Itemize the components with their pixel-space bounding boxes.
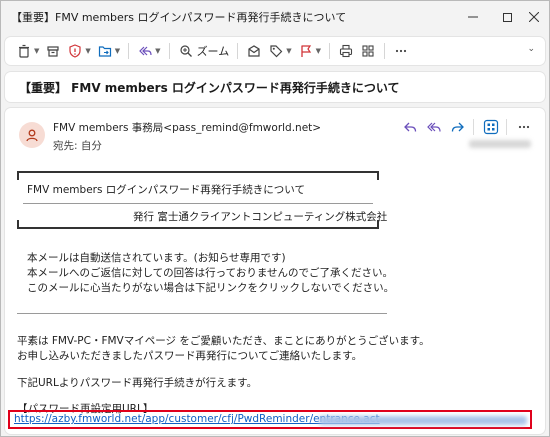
tag-icon <box>268 43 284 59</box>
frame-corner <box>17 220 19 227</box>
chevron-down-icon: ▼ <box>34 47 40 55</box>
move-button[interactable]: ▼ <box>94 40 123 62</box>
shield-report-icon <box>67 43 83 59</box>
forward-icon <box>451 122 464 132</box>
message-pane: FMV members 事務局<pass_remind@fmworld.net>… <box>5 108 545 434</box>
frame-corner <box>377 173 379 180</box>
mail-window: 【重要】FMV members ログインパスワード再発行手続きについて ▼ ▼ <box>0 0 550 437</box>
forward-button[interactable] <box>447 116 469 138</box>
toolbar-expand-chevron-icon[interactable]: ⌄ <box>527 44 535 54</box>
minimize-icon <box>468 16 478 18</box>
toolbar-divider <box>237 43 239 59</box>
section-divider <box>17 313 387 314</box>
zoom-icon <box>178 43 194 59</box>
flag-button[interactable]: ▼ <box>295 40 324 62</box>
toolbar-divider <box>168 43 170 59</box>
notice-issuer: 発行 富士通クライアントコンピューティング株式会社 <box>133 211 388 223</box>
close-button[interactable] <box>514 1 550 33</box>
categorize-button[interactable]: ▼ <box>265 40 294 62</box>
greeting-line: 平素は FMV-PC・FMVマイページ をご愛顧いただき、まことにありがとうござ… <box>17 335 430 347</box>
chevron-down-icon: ▼ <box>286 47 292 55</box>
timestamp-redacted <box>469 140 531 148</box>
more-options-button[interactable] <box>390 40 412 62</box>
apps-icon <box>483 119 499 135</box>
more-icon <box>518 125 530 129</box>
notice-line: このメールに心当たりがない場合は下記リンクをクリックしないでください。 <box>27 282 395 294</box>
instruction-line: 下記URLよりパスワード再発行手続きが行えます。 <box>17 377 258 389</box>
maximize-icon <box>502 12 512 22</box>
message-toolbar: ▼ ▼ ▼ ▼ ズーム ▼ ▼ ⌄ <box>5 37 545 65</box>
zoom-label: ズーム <box>196 45 230 58</box>
chevron-down-icon: ▼ <box>85 47 91 55</box>
toolbar-divider <box>329 43 331 59</box>
chevron-down-icon: ▼ <box>114 47 121 55</box>
toolbar-divider <box>128 43 130 59</box>
close-icon <box>529 12 539 22</box>
sender-avatar[interactable] <box>19 122 45 148</box>
archive-icon <box>45 43 61 59</box>
reply-all-icon <box>137 43 153 59</box>
notice-line: 本メールは自動送信されています。(お知らせ専用です) <box>27 252 286 264</box>
delete-button[interactable]: ▼ <box>13 40 42 62</box>
notice-title: FMV members ログインパスワード再発行手続きについて <box>27 184 305 196</box>
chevron-down-icon: ▼ <box>155 47 161 55</box>
link-redacted-tail <box>319 416 527 425</box>
sender-name[interactable]: FMV members 事務局<pass_remind@fmworld.net> <box>53 120 321 135</box>
archive-button[interactable] <box>42 40 64 62</box>
actions-divider <box>473 119 474 135</box>
mark-unread-button[interactable] <box>243 40 265 62</box>
actions-divider <box>506 119 507 135</box>
frame-corner <box>17 173 19 180</box>
reply-button[interactable] <box>399 116 421 138</box>
person-icon <box>26 129 38 142</box>
message-actions <box>397 116 535 138</box>
apps-button[interactable] <box>357 40 379 62</box>
apps-icon <box>360 43 376 59</box>
frame-inner-divider <box>23 203 373 204</box>
more-icon <box>393 43 409 59</box>
trash-icon <box>16 43 32 59</box>
chevron-down-icon: ▼ <box>315 47 322 55</box>
envelope-icon <box>246 43 262 59</box>
report-button[interactable]: ▼ <box>64 40 93 62</box>
reply-icon <box>404 122 417 132</box>
message-more-button[interactable] <box>513 116 535 138</box>
greeting-line: お申し込みいただきましたパスワード再発行についてご連絡いたします。 <box>17 350 363 362</box>
flag-icon <box>298 43 314 59</box>
recipient-line: 宛先: 自分 <box>53 140 102 152</box>
window-title: 【重要】FMV members ログインパスワード再発行手続きについて <box>11 11 347 24</box>
reply-all-icon <box>427 122 441 132</box>
apps-action-button[interactable] <box>480 116 502 138</box>
zoom-button[interactable]: ズーム <box>175 40 233 62</box>
print-icon <box>338 43 354 59</box>
notice-line: 本メールへのご返信に対しての回答は行っておりませんのでご了承ください。 <box>27 267 394 279</box>
print-button[interactable] <box>335 40 357 62</box>
reply-all-button[interactable] <box>423 116 445 138</box>
move-folder-icon <box>97 43 113 59</box>
reply-all-toolbar-button[interactable]: ▼ <box>134 40 163 62</box>
message-subject: 【重要】 FMV members ログインパスワード再発行手続きについて <box>5 72 545 102</box>
toolbar-divider <box>384 43 386 59</box>
